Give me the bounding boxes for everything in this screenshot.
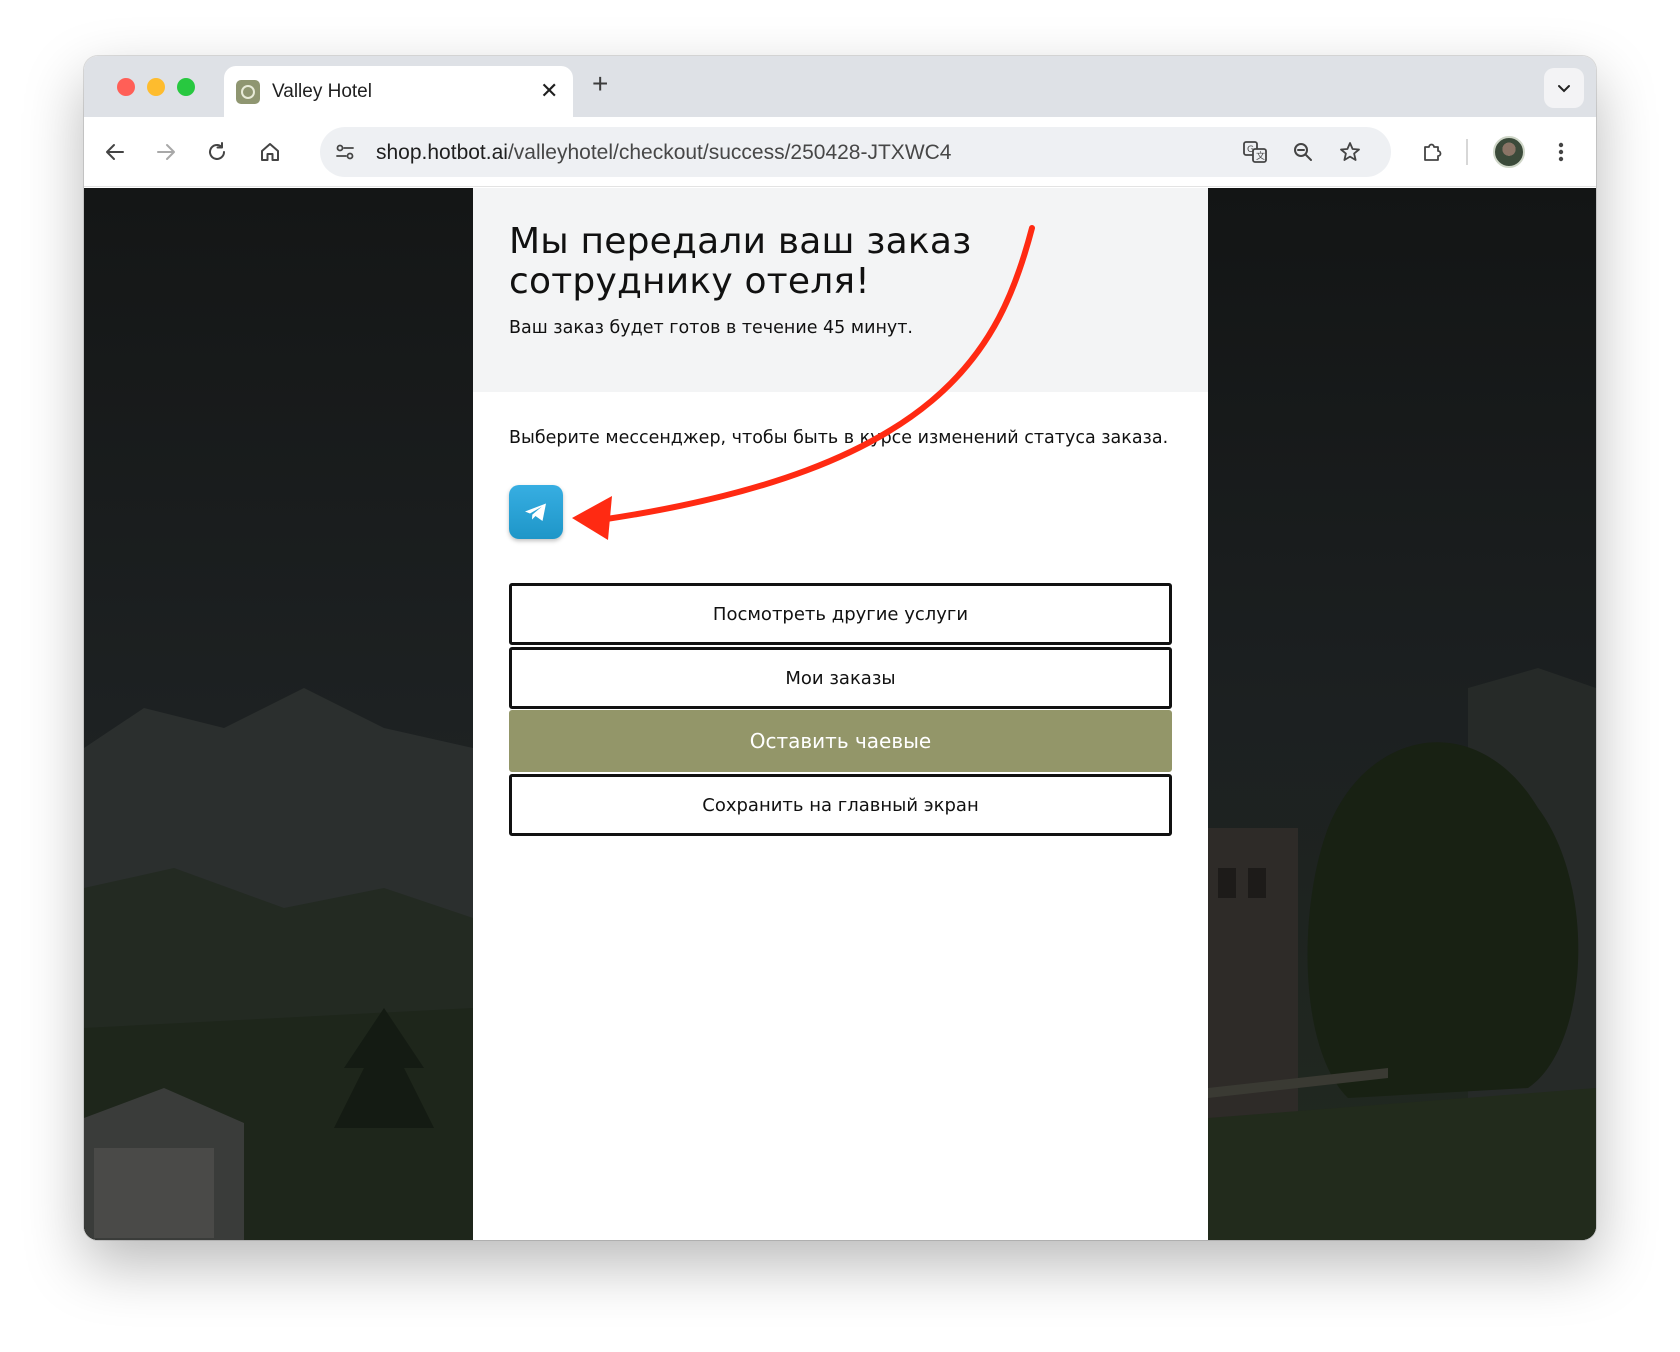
zoom-icon[interactable]: [1288, 137, 1318, 167]
new-tab-button[interactable]: +: [592, 69, 608, 99]
save-to-home-button[interactable]: Сохранить на главный экран: [509, 774, 1172, 836]
reload-icon[interactable]: [202, 137, 232, 167]
address-bar[interactable]: shop.hotbot.ai/valleyhotel/checkout/succ…: [320, 127, 1391, 177]
page-title: Мы передали ваш заказ сотруднику отеля!: [509, 221, 972, 302]
other-services-button[interactable]: Посмотреть другие услуги: [509, 583, 1172, 645]
profile-avatar[interactable]: [1493, 136, 1525, 168]
browser-window: Valley Hotel ✕ + shop.hotbot.ai/valleyho…: [84, 56, 1596, 1240]
url-path: /valleyhotel/checkout/success/250428-JTX…: [507, 141, 952, 164]
url-host: shop.hotbot.ai: [376, 141, 508, 164]
leave-tip-button[interactable]: Оставить чаевые: [509, 710, 1172, 772]
translate-icon[interactable]: G文: [1240, 137, 1270, 167]
browser-toolbar: shop.hotbot.ai/valleyhotel/checkout/succ…: [84, 117, 1596, 187]
bookmark-star-icon[interactable]: [1335, 137, 1365, 167]
hotel-favicon-icon: [236, 80, 260, 104]
telegram-icon: [525, 503, 546, 521]
svg-text:G: G: [1247, 145, 1254, 155]
tab-strip: Valley Hotel ✕ +: [84, 56, 1596, 117]
tab-title: Valley Hotel: [272, 81, 372, 102]
back-icon[interactable]: [100, 137, 130, 167]
order-success-panel: Мы передали ваш заказ сотруднику отеля! …: [473, 188, 1208, 1240]
success-header: Мы передали ваш заказ сотруднику отеля! …: [473, 188, 1208, 392]
forward-icon[interactable]: [151, 137, 181, 167]
messenger-prompt: Выберите мессенджер, чтобы быть в курсе …: [509, 428, 1169, 448]
tab-close-icon[interactable]: ✕: [540, 78, 558, 104]
tab-valley-hotel[interactable]: Valley Hotel ✕: [224, 66, 573, 117]
ready-time-text: Ваш заказ будет готов в течение 45 минут…: [509, 318, 913, 338]
telegram-button[interactable]: [509, 485, 563, 539]
home-icon[interactable]: [255, 137, 285, 167]
close-window-button[interactable]: [117, 78, 135, 96]
page-viewport: Мы передали ваш заказ сотруднику отеля! …: [84, 188, 1596, 1240]
svg-text:文: 文: [1256, 150, 1265, 162]
site-settings-icon[interactable]: [330, 137, 360, 167]
my-orders-button[interactable]: Мои заказы: [509, 647, 1172, 709]
toolbar-divider: [1466, 139, 1468, 165]
background-landscape-left: [84, 188, 473, 1240]
extensions-icon[interactable]: [1418, 137, 1448, 167]
minimize-window-button[interactable]: [147, 78, 165, 96]
url-text: shop.hotbot.ai/valleyhotel/checkout/succ…: [376, 141, 951, 165]
more-menu-icon[interactable]: [1546, 137, 1576, 167]
maximize-window-button[interactable]: [177, 78, 195, 96]
background-landscape-right: [1208, 188, 1596, 1240]
tab-search-chevron-icon[interactable]: [1544, 68, 1584, 108]
